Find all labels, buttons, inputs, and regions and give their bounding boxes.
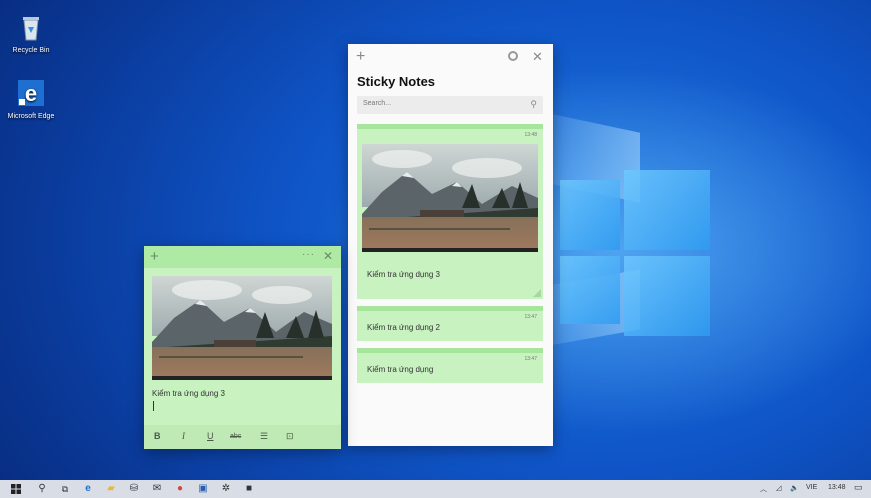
- svg-text:e: e: [25, 81, 37, 106]
- new-note-button[interactable]: +: [356, 48, 365, 66]
- note-color-bar: [357, 306, 543, 311]
- note-text: Kiểm tra ứng dụng: [367, 365, 434, 374]
- settings-gear-icon[interactable]: [508, 51, 518, 61]
- word-icon[interactable]: ▣: [197, 483, 209, 495]
- strikethrough-button[interactable]: abc: [230, 433, 241, 440]
- format-toolbar: B I U abc ☰ ⊡: [144, 425, 341, 449]
- search-icon[interactable]: ⚲: [36, 483, 48, 495]
- underline-button[interactable]: U: [207, 431, 214, 441]
- note-card[interactable]: 13:47 Kiểm tra ứng dụng 2: [357, 306, 543, 341]
- desktop-icon-recycle-bin[interactable]: Recycle Bin: [6, 14, 56, 55]
- edge-icon: e: [18, 80, 44, 106]
- sticky-notes-icon[interactable]: ■: [243, 483, 255, 495]
- app-title: Sticky Notes: [357, 74, 436, 89]
- note-image: [362, 144, 538, 252]
- note-titlebar: + ··· ✕: [144, 246, 341, 268]
- note-card[interactable]: 13:48 Kiểm tra ứng dụng 3: [357, 124, 543, 299]
- task-view-icon[interactable]: ⧉: [59, 483, 71, 495]
- list-window-titlebar: + ✕: [348, 44, 553, 74]
- desktop-icon-label: Recycle Bin: [12, 47, 50, 54]
- settings-gear-icon[interactable]: ✲: [220, 483, 232, 495]
- edge-icon[interactable]: e: [82, 483, 94, 495]
- note-color-bar: [357, 124, 543, 129]
- note-text: Kiểm tra ứng dụng 2: [367, 323, 440, 332]
- desktop-icon-label: Microsoft Edge: [7, 113, 55, 120]
- note-card[interactable]: 13:47 Kiểm tra ứng dụng: [357, 348, 543, 383]
- search-input[interactable]: Search... ⚲: [357, 96, 543, 114]
- close-note-button[interactable]: ✕: [323, 249, 333, 263]
- note-color-bar: [357, 348, 543, 353]
- wallpaper-logo-pane: [560, 180, 620, 250]
- language-indicator[interactable]: VIE: [806, 484, 817, 491]
- start-windows-icon[interactable]: [10, 483, 22, 495]
- bullets-button[interactable]: ☰: [260, 431, 268, 442]
- open-note-window: + ··· ✕ Kiểm tra ứng dụng 3 B I U abc ☰ …: [144, 246, 341, 449]
- show-hidden-icons-chevron-up-icon[interactable]: ︿: [760, 484, 767, 494]
- desktop-icon-edge[interactable]: e Microsoft Edge: [6, 80, 56, 121]
- new-note-button[interactable]: +: [150, 248, 159, 265]
- add-image-button[interactable]: ⊡: [286, 431, 294, 442]
- wallpaper-logo-pane: [624, 170, 710, 250]
- note-timestamp: 13:48: [524, 132, 537, 138]
- recycle-bin-icon: [23, 17, 39, 41]
- file-explorer-icon[interactable]: ▰: [105, 483, 117, 495]
- wallpaper-logo-pane: [624, 256, 710, 336]
- search-icon[interactable]: ⚲: [530, 99, 537, 110]
- note-editor-text[interactable]: Kiểm tra ứng dụng 3: [152, 389, 225, 398]
- wallpaper-logo-pane: [560, 256, 620, 324]
- italic-button[interactable]: I: [182, 431, 185, 441]
- close-button[interactable]: ✕: [532, 49, 543, 65]
- note-timestamp: 13:47: [524, 314, 537, 320]
- bold-button[interactable]: B: [154, 431, 161, 441]
- note-fold-corner: [533, 289, 541, 297]
- action-center-icon[interactable]: ▭: [854, 482, 863, 493]
- chrome-icon[interactable]: ●: [174, 483, 186, 495]
- note-timestamp: 13:47: [524, 356, 537, 362]
- text-caret: [153, 401, 154, 411]
- search-placeholder: Search...: [363, 100, 392, 107]
- clock[interactable]: 13:48: [828, 484, 846, 491]
- network-icon[interactable]: ◿: [776, 484, 781, 492]
- volume-icon[interactable]: 🔈: [790, 484, 799, 492]
- menu-more-icon[interactable]: ···: [302, 249, 315, 260]
- store-icon[interactable]: ⛁: [128, 483, 140, 495]
- note-text: Kiểm tra ứng dụng 3: [367, 270, 440, 279]
- note-image: [152, 276, 332, 380]
- mail-icon[interactable]: ✉: [151, 483, 163, 495]
- sticky-notes-list-window: + ✕ Sticky Notes Search... ⚲ 13:48 Kiểm …: [348, 44, 553, 446]
- taskbar: ⚲ ⧉ e ▰ ⛁ ✉ ● ▣ ✲ ■ ︿ ◿ 🔈 VIE 13:48 ▭: [0, 480, 871, 498]
